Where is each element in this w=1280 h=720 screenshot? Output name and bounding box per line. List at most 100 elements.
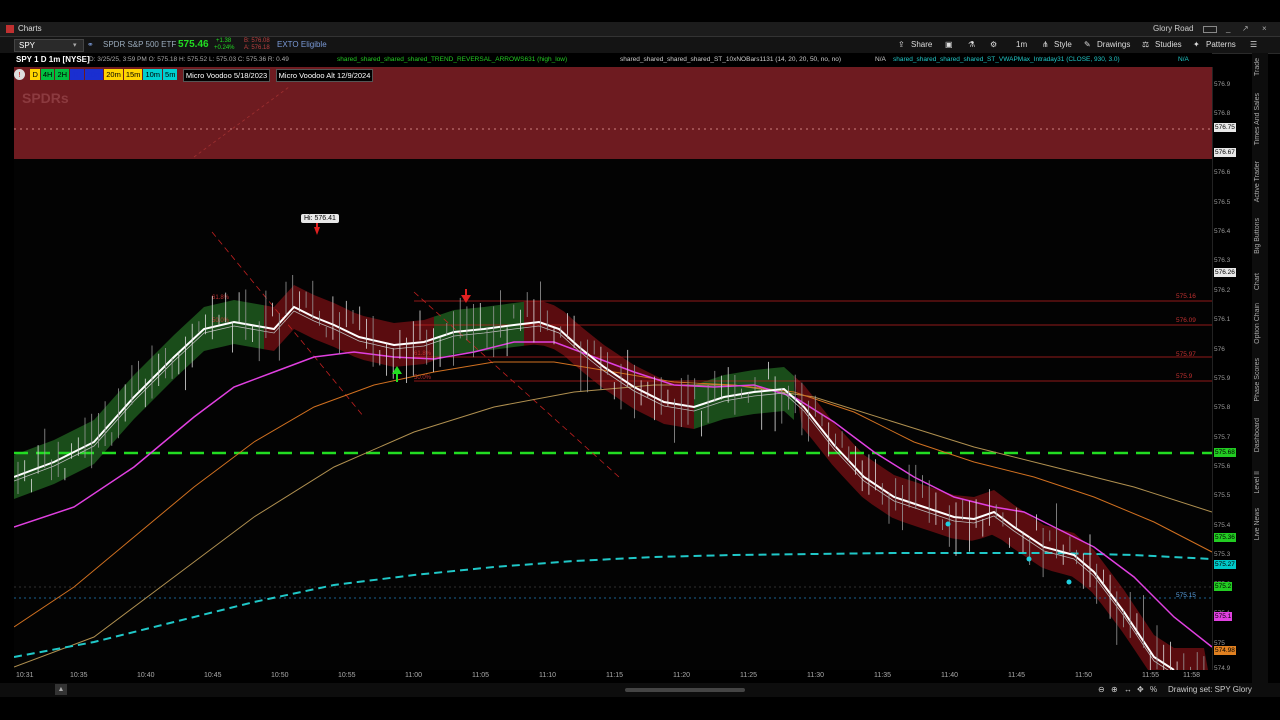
- legend-label-micro-voodoo-alt[interactable]: Micro Voodoo Alt 12/9/2024: [275, 69, 374, 82]
- sidebar-tab-dashboard[interactable]: Dashboard: [1254, 418, 1261, 452]
- sidebar-tab-active-trader[interactable]: Active Trader: [1254, 161, 1261, 202]
- change-percent: +0.24%: [214, 45, 235, 51]
- legend-tag-4h[interactable]: 4H: [40, 69, 55, 80]
- style-icon: ⋔: [1042, 40, 1049, 49]
- zoom-out-icon[interactable]: ⊖: [1098, 683, 1105, 697]
- fib-label: 61.8%: [212, 295, 230, 301]
- time-tick: 10:35: [70, 672, 88, 679]
- zoom-in-icon[interactable]: ⊕: [1111, 683, 1118, 697]
- price-tick: 576.1: [1214, 316, 1231, 323]
- restore-icon[interactable]: [1203, 26, 1217, 33]
- time-tick: 11:20: [673, 672, 690, 679]
- menu-icon[interactable]: ☰: [1250, 37, 1257, 53]
- time-tick: 11:25: [740, 672, 757, 679]
- legend-tag-20m[interactable]: 20m: [104, 69, 123, 80]
- sidebar-tab-chart[interactable]: Chart: [1254, 273, 1261, 290]
- window-tab[interactable]: Charts: [18, 22, 42, 36]
- studies-button[interactable]: Studies: [1155, 37, 1182, 53]
- studies-icon: ⚖: [1142, 40, 1150, 49]
- price-tick: 575.5: [1214, 492, 1231, 499]
- study-10x-bars-value: N/A: [875, 56, 886, 63]
- change-value: +1.38: [216, 38, 232, 44]
- legend-tag-1h[interactable]: 1H: [70, 69, 84, 80]
- bid-price: B: 576.08: [244, 38, 270, 44]
- price-chart[interactable]: 575.16 576.09 575.97 575.9 575.15 61.8% 50.0% 6…: [14, 67, 1212, 670]
- level-label: 575.9: [1176, 373, 1193, 380]
- expand-icon[interactable]: ↔: [1124, 683, 1132, 697]
- pan-icon[interactable]: ✥: [1137, 683, 1144, 697]
- study-vwap-max-value: N/A: [1178, 56, 1189, 63]
- signal-dot: [1026, 556, 1032, 562]
- alert-icon[interactable]: !: [14, 69, 25, 80]
- price-tick: 576.8: [1214, 110, 1231, 117]
- sidebar-tab-option-chain[interactable]: Option Chain: [1254, 303, 1261, 344]
- toolbar: SPY ▾ ⚭ SPDR S&P 500 ETF 575.46 +1.38 +0…: [0, 37, 1280, 54]
- share-icon[interactable]: ⇪: [898, 37, 905, 53]
- sidebar-tab-big-buttons[interactable]: Big Buttons: [1254, 218, 1261, 254]
- price-tick: 575.7: [1214, 434, 1231, 441]
- price-tick: 575.8: [1214, 404, 1231, 411]
- level-label: 575.15: [1176, 592, 1196, 599]
- gear-icon[interactable]: ⚙: [990, 37, 997, 53]
- signal-dot: [945, 521, 951, 527]
- time-tick: 11:55: [1142, 672, 1159, 679]
- right-sidebar: Trade Times And Sales Active Trader Big But…: [1252, 53, 1268, 683]
- legend-tag-30m[interactable]: 30m: [84, 69, 104, 80]
- sidebar-tab-phase-scores[interactable]: Phase Scores: [1254, 358, 1261, 402]
- monitor-icon[interactable]: ▣: [945, 37, 953, 53]
- price-tick: 574.9: [1214, 665, 1231, 672]
- chart-watermark: SPDRs: [22, 90, 69, 106]
- chevron-down-icon[interactable]: ▾: [73, 40, 77, 51]
- sidebar-tab-live-news[interactable]: Live News: [1254, 508, 1261, 540]
- legend-label-micro-voodoo[interactable]: Micro Voodoo 5/18/2023: [182, 69, 271, 82]
- drawings-icon: ✎: [1084, 40, 1091, 49]
- sidebar-tab-level-ii[interactable]: Level II: [1254, 471, 1261, 494]
- time-tick: 11:50: [1075, 672, 1092, 679]
- study-trend-reversal[interactable]: shared_shared_shared_shared_TREND_REVERS…: [337, 53, 567, 67]
- sidebar-tab-times-and-sales[interactable]: Times And Sales: [1254, 93, 1261, 145]
- legend-tag-5m[interactable]: 5m: [163, 69, 178, 80]
- study-10x-bars[interactable]: shared_shared_shared_shared_ST_10xNOBars…: [620, 53, 841, 67]
- time-tick: 11:30: [807, 672, 824, 679]
- price-axis[interactable]: 576.9 576.8 576.6 576.5 576.4 576.3 576.2 576.1…: [1212, 67, 1243, 672]
- time-tick: 10:40: [137, 672, 155, 679]
- status-bar: ▲ ⊖ ⊕ ↔ ✥ % Drawing set: SPY Glory: [0, 683, 1280, 697]
- time-tick: 10:31: [16, 672, 34, 679]
- study-vwap-max[interactable]: shared_shared_shared_shared_ST_VWAPMax_I…: [893, 53, 1120, 67]
- level-label: 576.09: [1176, 317, 1196, 324]
- flask-icon[interactable]: ⚗: [968, 37, 975, 53]
- drawing-set-label[interactable]: Drawing set: SPY Glory: [1168, 683, 1252, 697]
- drawings-button[interactable]: Drawings: [1097, 37, 1130, 53]
- legend-tag-15m[interactable]: 15m: [123, 69, 143, 80]
- time-tick: 11:45: [1008, 672, 1025, 679]
- chart-canvas[interactable]: 575.16576.09575.97575.9575.1561.8%50.0%6…: [14, 67, 1212, 670]
- share-button[interactable]: Share: [911, 37, 932, 53]
- ask-price: A: 576.18: [244, 45, 270, 51]
- legend-tag-d[interactable]: D: [30, 69, 40, 80]
- price-badge: 576.67: [1214, 148, 1236, 157]
- patterns-button[interactable]: Patterns: [1206, 37, 1236, 53]
- link-icon[interactable]: ⚭: [87, 37, 94, 53]
- popout-icon[interactable]: ↗: [1242, 22, 1249, 36]
- fib-label: 61.8%: [414, 351, 432, 357]
- chart-header[interactable]: SPY 1 D 1m [NYSE]: [16, 53, 90, 67]
- horizontal-scrollbar[interactable]: [625, 688, 745, 692]
- legend-tag-2h[interactable]: 2H: [55, 69, 70, 80]
- legend-tag-10m[interactable]: 10m: [143, 69, 163, 80]
- sidebar-tab-trade[interactable]: Trade: [1254, 58, 1261, 76]
- time-axis[interactable]: 10:31 10:35 10:40 10:45 10:50 10:55 11:00 11:05…: [14, 670, 1212, 684]
- price-tick: 576.9: [1214, 81, 1231, 88]
- symbol-input[interactable]: SPY ▾: [14, 39, 84, 52]
- scroll-left-icon[interactable]: ▲: [55, 684, 67, 695]
- style-button[interactable]: Style: [1054, 37, 1072, 53]
- price-badge: 575.36: [1214, 533, 1236, 542]
- time-tick: 11:58: [1183, 672, 1200, 679]
- percent-icon[interactable]: %: [1150, 683, 1157, 697]
- time-tick: 11:10: [539, 672, 556, 679]
- timeframe-button[interactable]: 1m: [1016, 37, 1027, 53]
- hi-label: Hi: 576.41: [301, 214, 339, 223]
- minimize-icon[interactable]: _: [1226, 22, 1230, 36]
- price-badge: 576.75: [1214, 123, 1236, 132]
- price-badge: 575.2: [1214, 582, 1233, 591]
- close-icon[interactable]: ×: [1262, 22, 1267, 36]
